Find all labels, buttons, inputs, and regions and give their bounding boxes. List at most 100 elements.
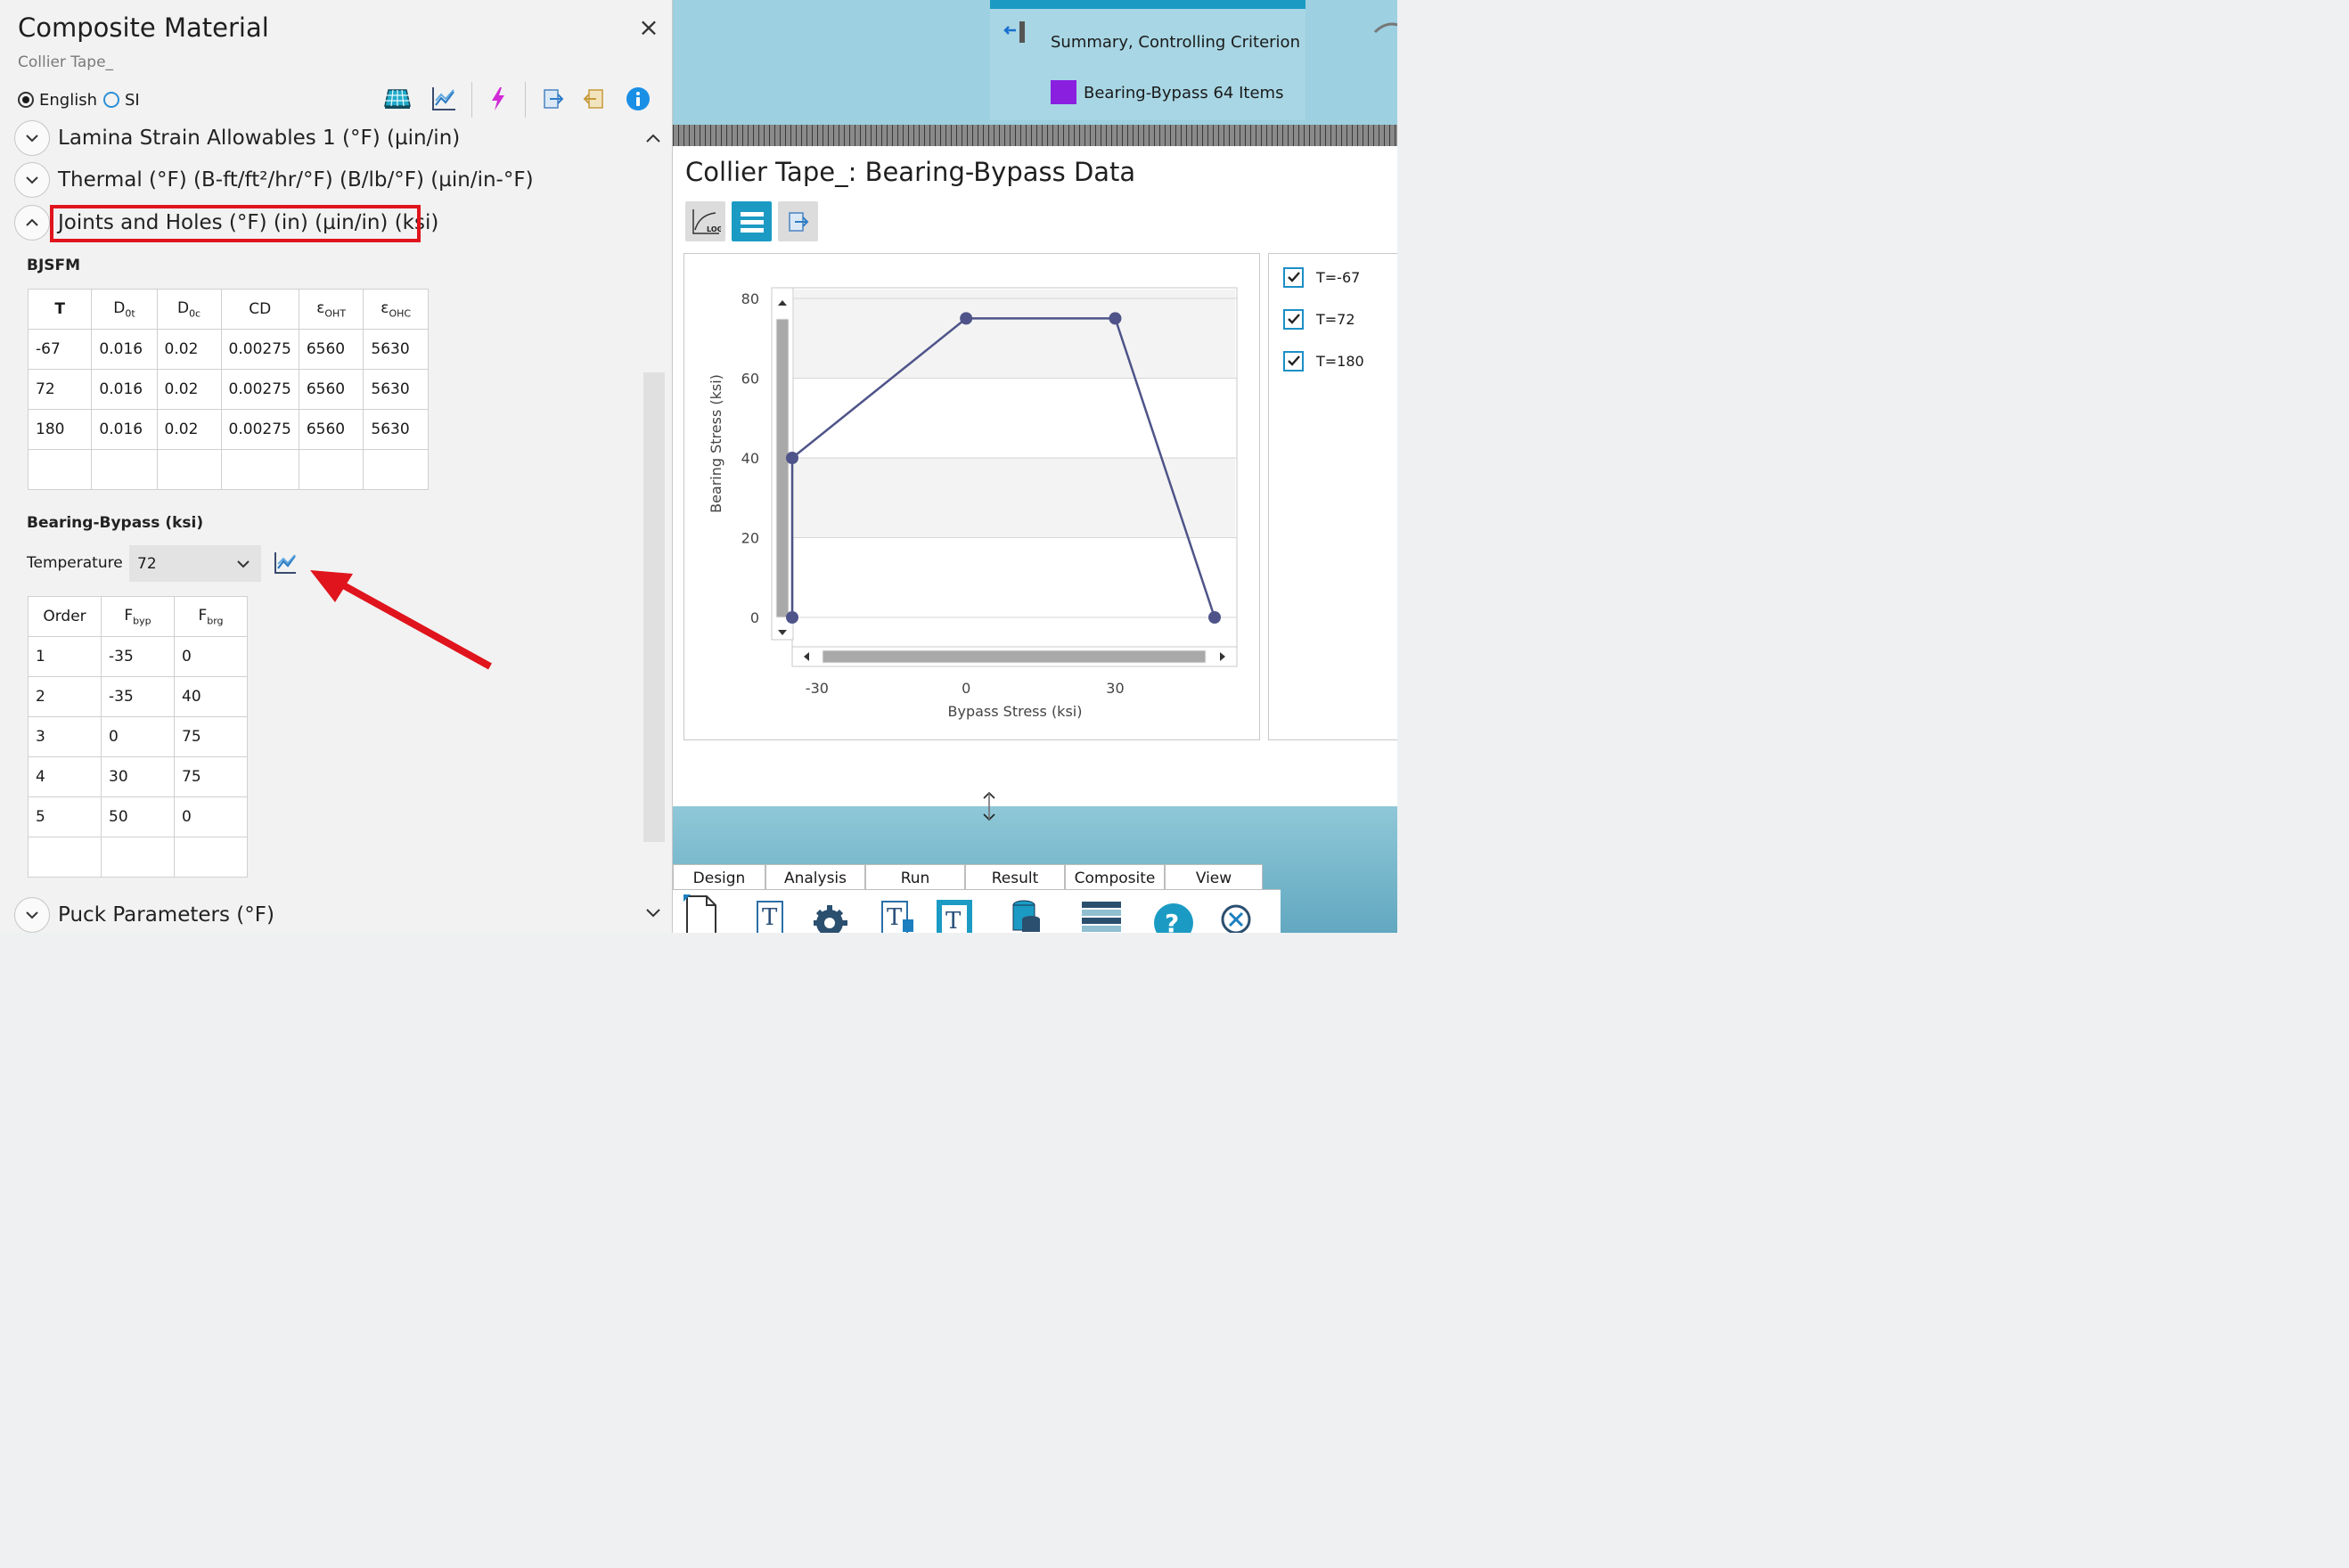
column-header[interactable]: T <box>27 289 93 330</box>
table-cell[interactable]: 0 <box>174 796 248 837</box>
column-header[interactable]: Fbyp <box>101 596 175 637</box>
table-cell[interactable] <box>101 837 175 878</box>
table-cell[interactable]: 5 <box>28 796 102 837</box>
text-settings-icon[interactable]: T <box>755 894 799 933</box>
zoom-icon[interactable] <box>1218 894 1263 933</box>
table-cell[interactable]: -67 <box>27 329 93 370</box>
help-icon[interactable]: ? <box>1150 894 1195 933</box>
units-english-radio[interactable]: English <box>18 89 97 110</box>
column-header[interactable]: εOHC <box>363 289 429 330</box>
info-icon[interactable] <box>622 84 654 114</box>
table-cell[interactable] <box>91 449 158 490</box>
data-point[interactable] <box>786 611 798 624</box>
data-point[interactable] <box>960 312 973 325</box>
series-toggle[interactable]: T=-67 <box>1283 265 1360 290</box>
series-toggle[interactable]: T=180 <box>1283 348 1364 373</box>
export-icon[interactable] <box>537 84 569 114</box>
temperature-dropdown[interactable]: 72 <box>129 545 261 582</box>
units-si-radio[interactable]: SI <box>103 89 140 110</box>
lightning-icon[interactable] <box>482 84 514 114</box>
table-cell[interactable]: -35 <box>101 636 175 677</box>
ribbon-tab-view[interactable]: View <box>1165 864 1263 891</box>
table-cell[interactable]: 0 <box>174 636 248 677</box>
table-cell[interactable]: 4 <box>28 756 102 797</box>
column-header[interactable]: CD <box>220 289 299 330</box>
chart-x-scroll-thumb[interactable] <box>822 649 1207 664</box>
table-cell[interactable]: 5630 <box>363 409 429 450</box>
column-header[interactable]: εOHT <box>298 289 364 330</box>
column-header[interactable]: Order <box>28 596 102 637</box>
chevron-down-icon[interactable] <box>14 897 50 933</box>
table-cell[interactable]: 2 <box>28 676 102 717</box>
table-cell[interactable]: 0.00275 <box>220 329 299 370</box>
scroll-up-icon[interactable] <box>645 130 661 147</box>
gear-icon[interactable] <box>806 894 851 933</box>
table-cell[interactable]: 0.016 <box>91 409 158 450</box>
new-document-icon[interactable] <box>683 894 728 933</box>
table-cell[interactable] <box>174 837 248 878</box>
vertical-scrollbar[interactable] <box>643 372 665 842</box>
column-header[interactable]: D0t <box>91 289 158 330</box>
table-cell[interactable] <box>298 449 364 490</box>
data-point[interactable] <box>1208 611 1221 624</box>
column-header[interactable]: D0c <box>156 289 222 330</box>
ribbon-tab-composite[interactable]: Composite <box>1065 864 1165 891</box>
collapse-legend-icon[interactable] <box>1003 20 1027 48</box>
table-cell[interactable]: 0.00275 <box>220 409 299 450</box>
text-run-icon[interactable]: T <box>880 894 924 933</box>
table-cell[interactable]: 40 <box>174 676 248 717</box>
text-layers-icon[interactable]: T <box>935 894 979 933</box>
table-cell[interactable] <box>27 449 93 490</box>
table-cell[interactable]: 3 <box>28 716 102 757</box>
data-point[interactable] <box>786 452 798 464</box>
table-cell[interactable] <box>156 449 222 490</box>
table-cell[interactable]: 0.016 <box>91 329 158 370</box>
section-thermal[interactable]: Thermal (°F) (B-ft/ft²/hr/°F) (B/lb/°F) … <box>14 161 534 199</box>
show-chart-icon[interactable] <box>273 551 298 579</box>
table-cell[interactable]: 50 <box>101 796 175 837</box>
table-cell[interactable]: 0.00275 <box>220 369 299 410</box>
laminate-icon[interactable] <box>1079 894 1124 933</box>
series-toggle[interactable]: T=72 <box>1283 306 1355 331</box>
chart-icon[interactable] <box>428 84 460 114</box>
layup-grid-icon[interactable] <box>381 84 413 114</box>
database-icon[interactable] <box>1004 894 1049 933</box>
log-scale-button[interactable]: LOG <box>685 201 725 241</box>
table-cell[interactable]: 0.02 <box>156 369 222 410</box>
ribbon-tab-analysis[interactable]: Analysis <box>765 864 865 891</box>
table-cell[interactable]: 0.016 <box>91 369 158 410</box>
section-lamina-strain[interactable]: Lamina Strain Allowables 1 (°F) (µin/in) <box>14 119 460 157</box>
import-icon[interactable] <box>577 84 610 114</box>
table-cell[interactable]: 6560 <box>298 409 364 450</box>
close-button[interactable]: × <box>637 15 660 40</box>
column-header[interactable]: Fbrg <box>174 596 248 637</box>
checkbox-icon[interactable] <box>1283 350 1304 372</box>
table-cell[interactable]: 0 <box>101 716 175 757</box>
data-table-button[interactable] <box>732 201 772 241</box>
table-cell[interactable]: 1 <box>28 636 102 677</box>
table-cell[interactable]: 5630 <box>363 329 429 370</box>
table-cell[interactable]: 6560 <box>298 329 364 370</box>
table-cell[interactable]: 0.02 <box>156 329 222 370</box>
table-cell[interactable]: 30 <box>101 756 175 797</box>
table-cell[interactable]: 0.02 <box>156 409 222 450</box>
checkbox-icon[interactable] <box>1283 266 1304 288</box>
table-cell[interactable]: 6560 <box>298 369 364 410</box>
ribbon-tab-result[interactable]: Result <box>965 864 1065 891</box>
table-cell[interactable]: 5630 <box>363 369 429 410</box>
table-cell[interactable]: 180 <box>27 409 93 450</box>
section-puck[interactable]: Puck Parameters (°F) <box>14 896 274 933</box>
table-cell[interactable] <box>220 449 299 490</box>
table-cell[interactable]: 75 <box>174 756 248 797</box>
data-point[interactable] <box>1109 312 1122 325</box>
table-cell[interactable] <box>363 449 429 490</box>
checkbox-icon[interactable] <box>1283 308 1304 330</box>
chart-y-scroll-thumb[interactable] <box>775 318 790 618</box>
table-cell[interactable] <box>28 837 102 878</box>
scroll-down-icon[interactable] <box>645 905 661 922</box>
table-cell[interactable]: 72 <box>27 369 93 410</box>
export-chart-button[interactable] <box>778 201 818 241</box>
ribbon-tab-design[interactable]: Design <box>673 864 765 891</box>
chevron-down-icon[interactable] <box>14 162 50 198</box>
table-cell[interactable]: 75 <box>174 716 248 757</box>
